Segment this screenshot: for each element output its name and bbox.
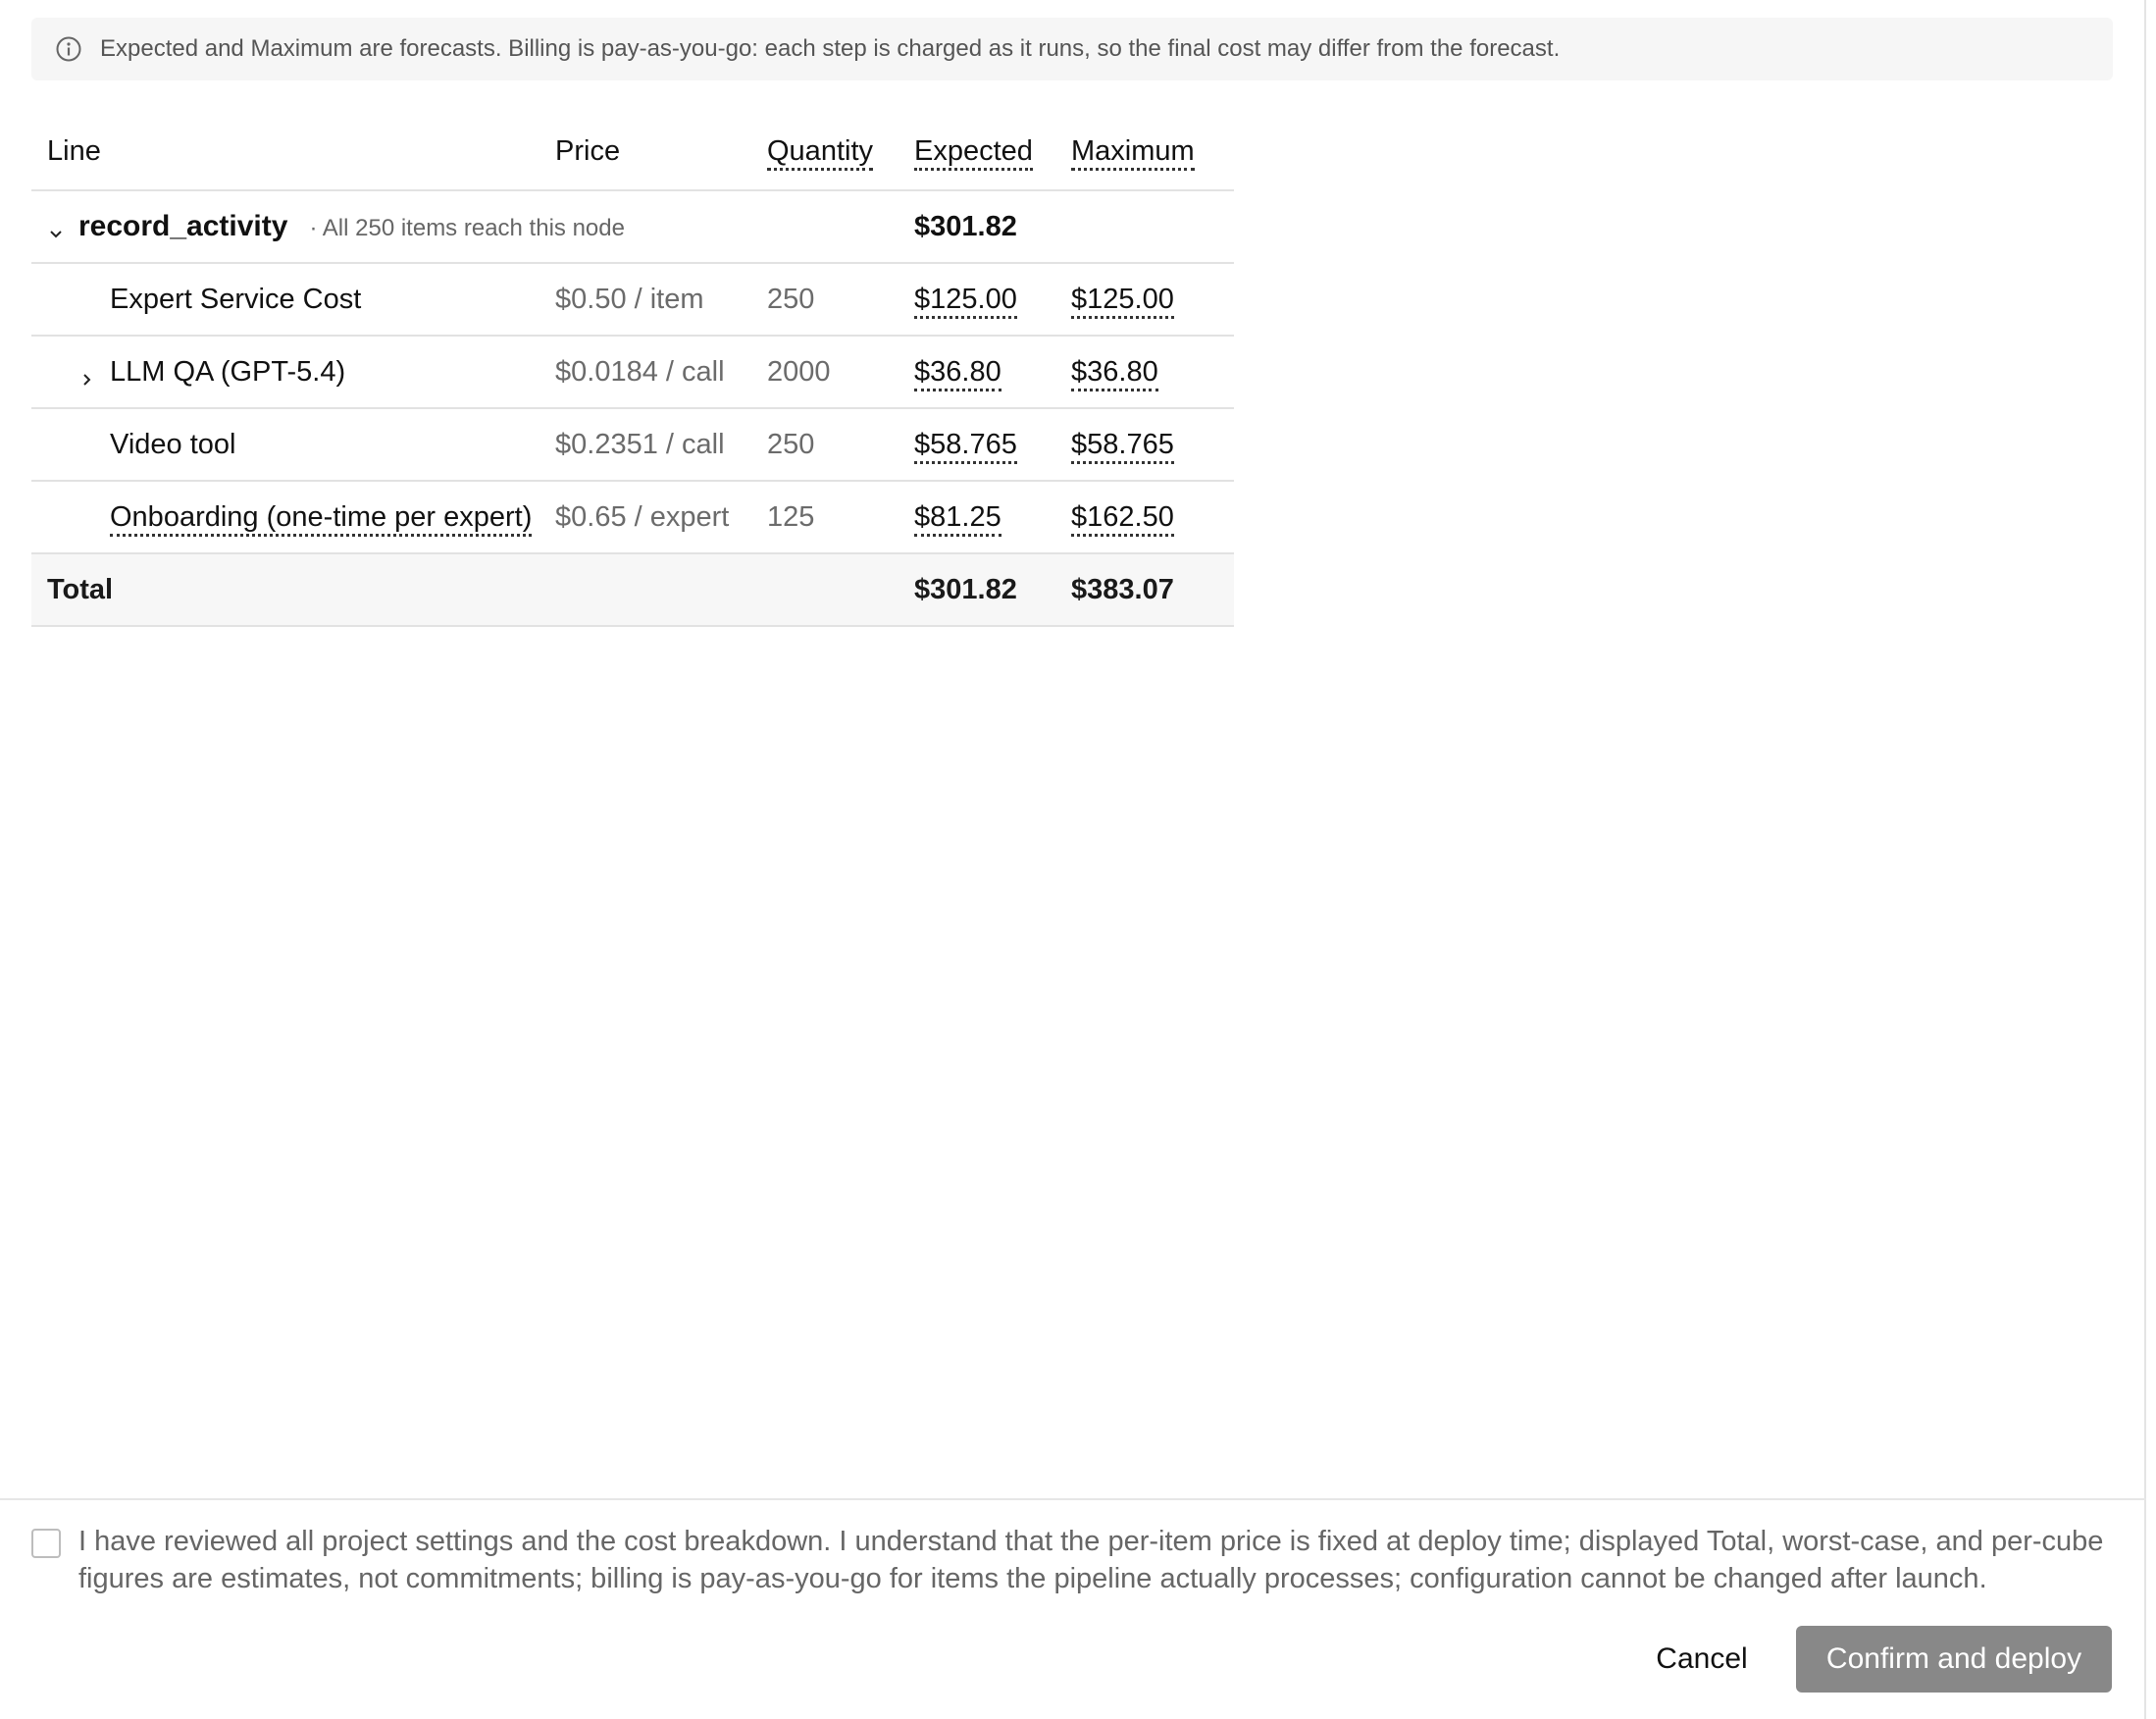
row-price: $0.2351 / call: [539, 408, 751, 482]
group-label-cell: record_activity · All 250 items reach thi…: [31, 190, 898, 264]
header-line: Line: [31, 114, 539, 191]
row-quantity: 250: [751, 408, 898, 482]
row-line: Expert Service Cost: [31, 263, 539, 337]
acknowledgement-text[interactable]: I have reviewed all project settings and…: [78, 1523, 2119, 1597]
header-quantity[interactable]: Quantity: [751, 114, 898, 191]
table-row: Expert Service Cost $0.50 / item 250 $12…: [31, 263, 1234, 337]
cancel-button[interactable]: Cancel: [1628, 1626, 1775, 1693]
row-quantity: 125: [751, 481, 898, 554]
header-price: Price: [539, 114, 751, 191]
table-row-expandable[interactable]: LLM QA (GPT-5.4) $0.0184 / call 2000 $36…: [31, 336, 1234, 409]
group-note: · All 250 items reach this node: [309, 215, 625, 241]
total-quantity-empty: [751, 553, 898, 627]
row-maximum[interactable]: $162.50: [1055, 481, 1234, 554]
confirm-and-deploy-button[interactable]: Confirm and deploy: [1796, 1626, 2112, 1693]
row-expected[interactable]: $58.765: [898, 408, 1055, 482]
row-expected[interactable]: $81.25: [898, 481, 1055, 554]
acknowledgement-checkbox[interactable]: [31, 1529, 61, 1558]
row-line: Video tool: [31, 408, 539, 482]
row-quantity: 2000: [751, 336, 898, 409]
row-maximum[interactable]: $125.00: [1055, 263, 1234, 337]
table-row: Onboarding (one-time per expert) $0.65 /…: [31, 481, 1234, 554]
header-maximum[interactable]: Maximum: [1055, 114, 1234, 191]
total-maximum: $383.07: [1055, 553, 1234, 627]
forecast-info-banner: Expected and Maximum are forecasts. Bill…: [31, 18, 2113, 80]
total-price-empty: [539, 553, 751, 627]
row-line[interactable]: Onboarding (one-time per expert): [31, 481, 539, 554]
row-price: $0.50 / item: [539, 263, 751, 337]
cost-breakdown-table: Line Price Quantity Expected Maximum rec…: [31, 114, 1234, 627]
chevron-right-icon[interactable]: [78, 364, 96, 386]
group-row-record-activity[interactable]: record_activity · All 250 items reach thi…: [31, 190, 1234, 264]
banner-text: Expected and Maximum are forecasts. Bill…: [100, 35, 1561, 62]
row-line: LLM QA (GPT-5.4): [110, 355, 346, 388]
group-expected: $301.82: [898, 190, 1055, 264]
total-expected: $301.82: [898, 553, 1055, 627]
header-expected[interactable]: Expected: [898, 114, 1055, 191]
info-icon: [55, 35, 82, 63]
group-maximum: [1055, 190, 1234, 264]
group-name: record_activity: [78, 210, 288, 242]
footer-divider: [0, 1498, 2146, 1500]
row-expected[interactable]: $125.00: [898, 263, 1055, 337]
dialog-edge: [2144, 0, 2146, 1719]
total-label: Total: [31, 553, 539, 627]
row-expected[interactable]: $36.80: [898, 336, 1055, 409]
table-row: Video tool $0.2351 / call 250 $58.765 $5…: [31, 408, 1234, 482]
cost-confirmation-dialog: Expected and Maximum are forecasts. Bill…: [0, 0, 2156, 1719]
row-line-cell: LLM QA (GPT-5.4): [31, 336, 539, 409]
total-row: Total $301.82 $383.07: [31, 553, 1234, 627]
chevron-down-icon[interactable]: [47, 219, 65, 238]
row-quantity: 250: [751, 263, 898, 337]
row-price: $0.0184 / call: [539, 336, 751, 409]
row-maximum[interactable]: $36.80: [1055, 336, 1234, 409]
row-maximum[interactable]: $58.765: [1055, 408, 1234, 482]
row-price: $0.65 / expert: [539, 481, 751, 554]
table-header-row: Line Price Quantity Expected Maximum: [31, 114, 1234, 191]
